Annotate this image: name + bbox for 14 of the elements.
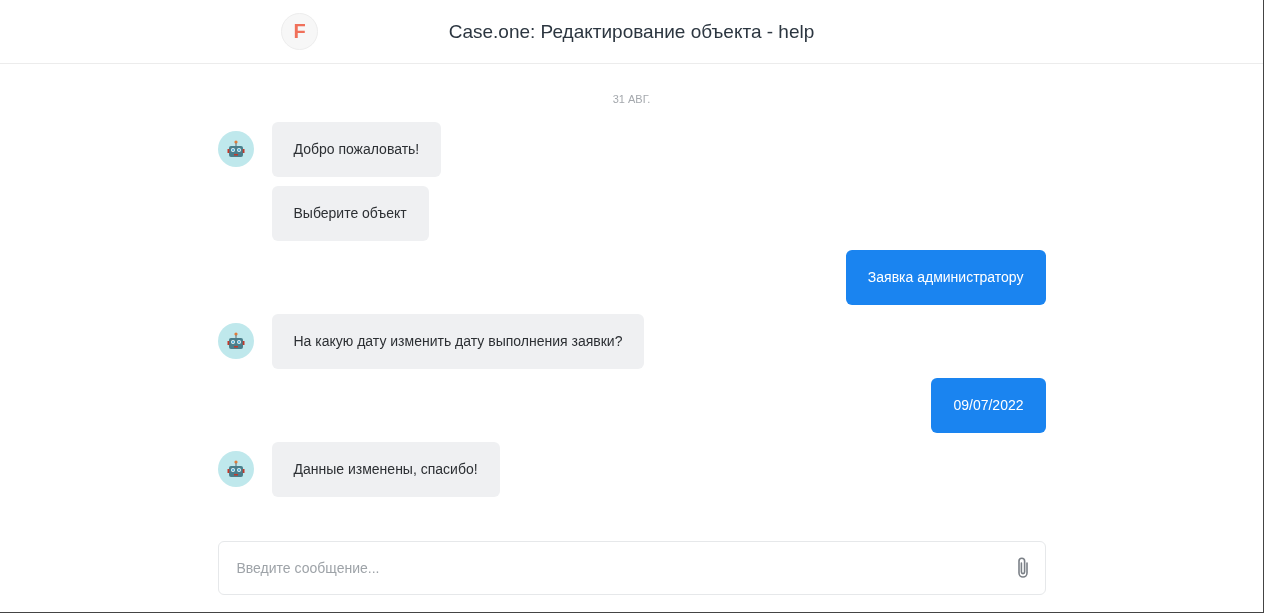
robot-avatar-icon [217,451,254,487]
bot-message: Выберите объект [271,186,429,241]
paperclip-icon[interactable] [1015,556,1030,580]
message-input-field[interactable]: Введите сообщение... [217,541,1046,595]
logo-letter: F [293,20,306,43]
robot-avatar-icon [217,131,254,167]
user-message[interactable]: Заявка администратору [845,250,1046,305]
window-title: Case.one: Редактирование объекта - help [448,20,815,43]
bot-message: На какую дату изменить дату выполнения заявки? [271,314,645,369]
bot-message: Данные изменены, спасибо! [271,442,500,497]
bot-message: Добро пожаловать! [271,122,442,177]
robot-avatar-icon [217,323,254,359]
user-message[interactable]: 09/07/2022 [931,378,1046,433]
date-divider: 31 АВГ. [611,93,652,105]
